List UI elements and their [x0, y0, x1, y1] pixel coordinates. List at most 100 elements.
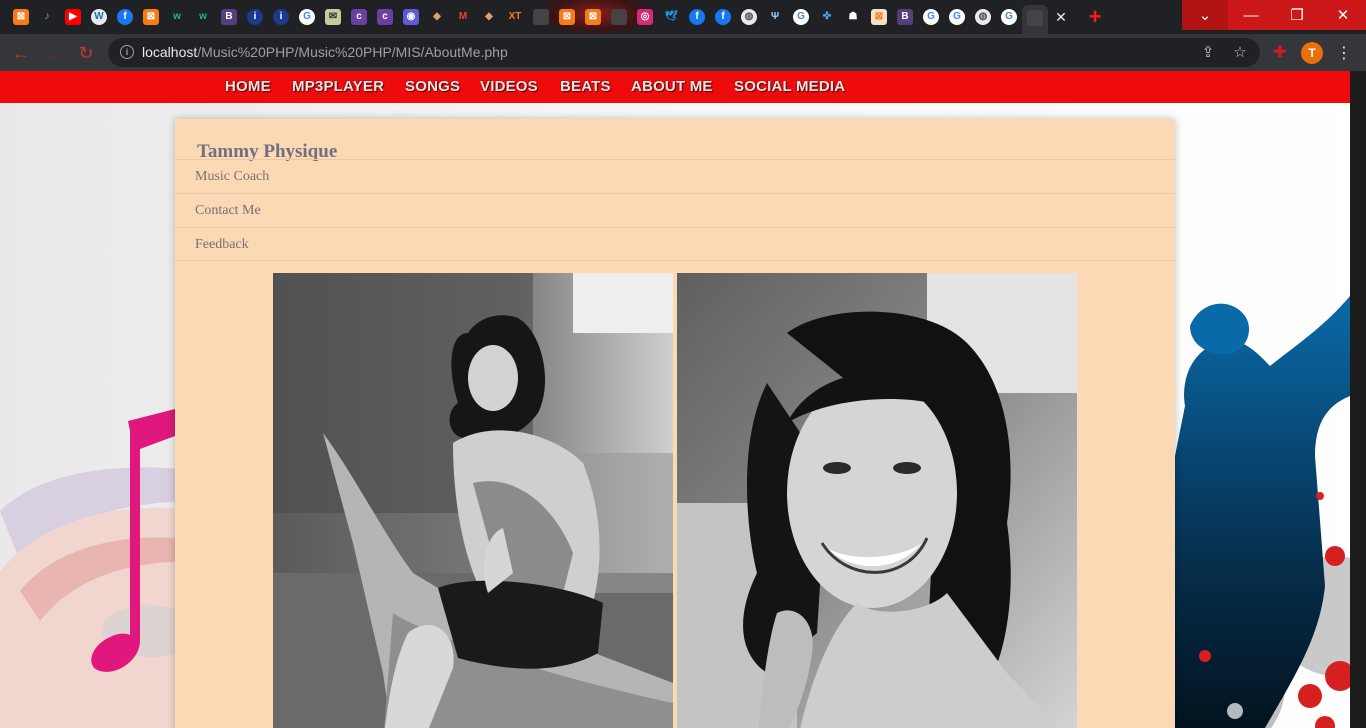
twitter-favicon-icon: 🕊 [663, 9, 679, 25]
browser-tab-blank[interactable] [528, 5, 554, 29]
tab-close-icon[interactable]: ✕ [1048, 5, 1074, 29]
photo-portrait-smiling [677, 273, 1077, 728]
close-window-button[interactable]: ✕ [1320, 0, 1366, 30]
nav-beats[interactable]: BEATS [560, 78, 611, 95]
nav-social-media[interactable]: SOCIAL MEDIA [734, 78, 845, 95]
minimize-button[interactable]: — [1228, 0, 1274, 30]
bookmark-star-icon[interactable]: ☆ [1230, 42, 1250, 62]
browser-tab-music[interactable]: ♪ [34, 5, 60, 29]
app-favicon-icon: Ψ [767, 9, 783, 25]
main-nav-bar: HOME MP3PLAYER SONGS VIDEOS BEATS ABOUT … [0, 71, 1350, 103]
browser-tab-xampp[interactable]: ⊠ [554, 5, 580, 29]
google-favicon-icon: G [1001, 9, 1017, 25]
globe-favicon-icon: ◍ [741, 9, 757, 25]
browser-tab-app[interactable]: Ψ [762, 5, 788, 29]
coloris-favicon-icon: c [351, 9, 367, 25]
new-tab-plus-icon[interactable]: + [1080, 4, 1110, 29]
instagram-favicon-icon: ◎ [637, 9, 653, 25]
browser-tab-mail[interactable]: ✉ [320, 5, 346, 29]
info-favicon-icon: i [247, 9, 263, 25]
facebook-favicon-icon: f [689, 9, 705, 25]
extension-puzzle-icon[interactable]: ✚ [1271, 43, 1289, 61]
music-note-decoration [0, 409, 200, 728]
url-path: /Music%20PHP/Music%20PHP/MIS/AboutMe.php [197, 44, 508, 60]
reload-icon[interactable]: ↻ [73, 40, 99, 66]
browser-tab-tools[interactable]: ◆ [476, 5, 502, 29]
browser-tab-bootstrap[interactable]: B [216, 5, 242, 29]
browser-tab-globe[interactable]: ◍ [970, 5, 996, 29]
xampp-favicon-icon: ⊠ [871, 9, 887, 25]
google-favicon-icon: G [793, 9, 809, 25]
browser-tab-info[interactable]: i [268, 5, 294, 29]
xampp-favicon-icon: ⊠ [585, 9, 601, 25]
url-text[interactable]: localhost/Music%20PHP/Music%20PHP/MIS/Ab… [142, 44, 508, 60]
nav-mp3player[interactable]: MP3PLAYER [292, 78, 384, 95]
dancer-silhouette-decoration [1175, 296, 1350, 728]
browser-tab-xampp[interactable]: ⊠ [866, 5, 892, 29]
browser-tab-google[interactable]: G [996, 5, 1022, 29]
facebook-favicon-icon: f [715, 9, 731, 25]
browser-tab-gmail[interactable]: M [450, 5, 476, 29]
blank-favicon-icon [611, 9, 627, 25]
nav-home[interactable]: HOME [225, 78, 271, 95]
browser-tab-youtube[interactable]: ▶ [60, 5, 86, 29]
browser-tab-webnode[interactable]: w [164, 5, 190, 29]
menu-item-feedback[interactable]: Feedback [175, 227, 1175, 261]
forward-arrow-icon[interactable]: → [40, 40, 66, 66]
restore-button[interactable]: ❐ [1274, 0, 1320, 30]
browser-tab-bootstrap[interactable]: B [892, 5, 918, 29]
nav-about-me[interactable]: ABOUT ME [631, 78, 713, 95]
browser-tab-coloris[interactable]: c [372, 5, 398, 29]
tools-favicon-icon: ◆ [429, 9, 445, 25]
tab-search-chevron-icon[interactable]: ⌄ [1182, 0, 1228, 30]
browser-tab-blank[interactable] [606, 5, 632, 29]
app-favicon-icon: ◉ [403, 9, 419, 25]
browser-toolbar: ← → ↻ i localhost/Music%20PHP/Music%20PH… [0, 34, 1366, 71]
browser-tab-google[interactable]: G [294, 5, 320, 29]
address-bar[interactable]: i localhost/Music%20PHP/Music%20PHP/MIS/… [108, 38, 1260, 67]
browser-tab-app[interactable]: ◉ [398, 5, 424, 29]
browser-tab-tools[interactable]: ◆ [424, 5, 450, 29]
site-info-icon[interactable]: i [120, 45, 134, 59]
browser-tab-snapchat[interactable]: ☗ [840, 5, 866, 29]
snapchat-favicon-icon: ☗ [845, 9, 861, 25]
google-favicon-icon: G [923, 9, 939, 25]
browser-tab-facebook[interactable]: f [710, 5, 736, 29]
browser-tab-info[interactable]: i [242, 5, 268, 29]
xampp-favicon-icon: ⊠ [13, 9, 29, 25]
browser-tab-xt[interactable]: XT [502, 5, 528, 29]
browser-tab-google[interactable]: G [788, 5, 814, 29]
google-favicon-icon: G [949, 9, 965, 25]
browser-tab-wordpress[interactable]: W [86, 5, 112, 29]
browser-tab-google[interactable]: G [918, 5, 944, 29]
bootstrap-favicon-icon: B [897, 9, 913, 25]
nav-videos[interactable]: VIDEOS [480, 78, 538, 95]
browser-tab-facebook[interactable]: f [684, 5, 710, 29]
browser-tab-instagram[interactable]: ◎ [632, 5, 658, 29]
browser-tab-coloris[interactable]: c [346, 5, 372, 29]
browser-tab-xampp[interactable]: ⊠ [138, 5, 164, 29]
facebook-favicon-icon: f [117, 9, 133, 25]
share-icon[interactable]: ⇪ [1198, 42, 1218, 62]
nav-songs[interactable]: SONGS [405, 78, 460, 95]
menu-item-music-coach[interactable]: Music Coach [175, 159, 1175, 193]
browser-tab-google[interactable]: G [944, 5, 970, 29]
menu-item-contact-me[interactable]: Contact Me [175, 193, 1175, 227]
browser-tab-xampp[interactable]: ⊠ [8, 5, 34, 29]
blank-favicon-icon [1027, 10, 1043, 26]
browser-tab-twitter[interactable]: 🕊 [658, 5, 684, 29]
browser-tab-webnode[interactable]: w [190, 5, 216, 29]
browser-tab-app[interactable]: ✜ [814, 5, 840, 29]
browser-tab-facebook[interactable]: f [112, 5, 138, 29]
page-viewport: HOME MP3PLAYER SONGS VIDEOS BEATS ABOUT … [0, 71, 1366, 728]
blank-favicon-icon [533, 9, 549, 25]
bootstrap-favicon-icon: B [221, 9, 237, 25]
profile-avatar[interactable]: T [1301, 42, 1323, 64]
back-arrow-icon[interactable]: ← [8, 40, 34, 66]
window-controls: ⌄ — ❐ ✕ [1182, 0, 1366, 30]
browser-tab-blank[interactable] [1022, 5, 1048, 34]
browser-tab-globe[interactable]: ◍ [736, 5, 762, 29]
page-scrollbar[interactable] [1350, 71, 1366, 728]
browser-tab-xampp[interactable]: ⊠ [580, 5, 606, 29]
menu-dots-icon[interactable]: ⋮ [1334, 42, 1354, 64]
